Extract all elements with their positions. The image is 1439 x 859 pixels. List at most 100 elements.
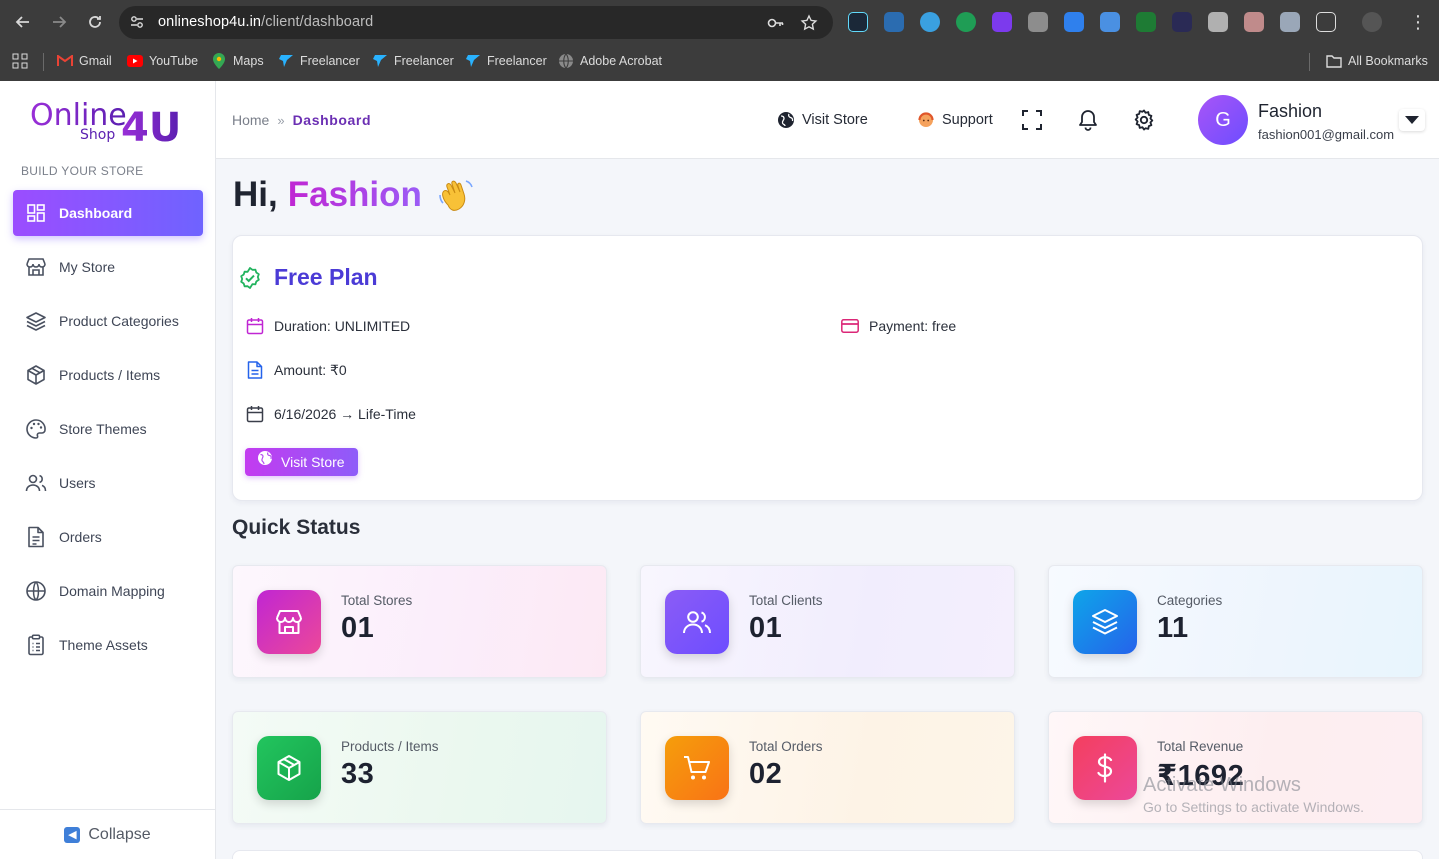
plan-visit-store-button[interactable]: Visit Store: [245, 448, 358, 476]
extensions-row: [848, 12, 1398, 32]
extension-k-icon[interactable]: [1208, 12, 1228, 32]
sidebar-item-store-themes[interactable]: Store Themes: [13, 406, 203, 452]
settings-gear-icon[interactable]: [1132, 108, 1156, 132]
password-key-icon[interactable]: [767, 14, 785, 32]
sidebar-item-product-categories[interactable]: Product Categories: [13, 298, 203, 344]
document-icon: [25, 526, 47, 548]
brand-logo[interactable]: Online Shop 4U: [30, 95, 190, 151]
top-header: Home » Dashboard Visit Store Support G F…: [216, 81, 1439, 159]
dollar-icon: [1073, 736, 1137, 800]
sidebar-item-products-items[interactable]: Products / Items: [13, 352, 203, 398]
user-avatar[interactable]: G: [1198, 95, 1248, 145]
extension-leaf-icon[interactable]: [1136, 12, 1156, 32]
shield-icon[interactable]: [1280, 12, 1300, 32]
layers-icon: [1073, 590, 1137, 654]
bookmark-freelancer-3[interactable]: Freelancer: [465, 53, 547, 69]
globe-icon: [25, 580, 47, 602]
next-section-card: [232, 850, 1423, 859]
stat-card-total-orders[interactable]: Total Orders 02: [640, 711, 1015, 824]
puzzle-icon[interactable]: [1316, 12, 1336, 32]
reload-icon[interactable]: [84, 11, 106, 33]
stat-card-total-stores[interactable]: Total Stores 01: [232, 565, 607, 678]
palette-icon: [25, 418, 47, 440]
bookmark-star-icon[interactable]: [800, 14, 818, 32]
fonts-ninja-icon[interactable]: [1064, 12, 1084, 32]
users-icon: [665, 590, 729, 654]
store-icon: [257, 590, 321, 654]
stat-label: Categories: [1157, 593, 1223, 608]
color-picker-icon[interactable]: [1172, 12, 1192, 32]
user-menu-chevron-down-icon[interactable]: [1399, 109, 1425, 131]
bookmark-adobe-acrobat[interactable]: Adobe Acrobat: [558, 53, 662, 69]
sidebar-item-my-store[interactable]: My Store: [13, 244, 203, 290]
store-icon: [25, 256, 47, 278]
profile-avatar-icon[interactable]: [1362, 12, 1382, 32]
browser-menu-icon[interactable]: ⋮: [1409, 12, 1427, 33]
notification-bell-icon[interactable]: [1076, 108, 1100, 132]
site-info-icon[interactable]: [129, 14, 145, 30]
sidebar-item-label: Dashboard: [59, 205, 133, 221]
stat-value: 11: [1157, 612, 1189, 644]
all-bookmarks[interactable]: All Bookmarks: [1326, 53, 1428, 69]
back-icon[interactable]: [12, 11, 34, 33]
watermark-title: Activate Windows: [1143, 774, 1301, 796]
apps-icon[interactable]: [12, 53, 28, 69]
collapse-arrow-icon: ◀: [64, 826, 81, 843]
stat-card-total-clients[interactable]: Total Clients 01: [640, 565, 1015, 678]
bookmark-freelancer-2[interactable]: Freelancer: [372, 53, 454, 69]
stat-label: Total Revenue: [1157, 739, 1244, 754]
sidebar-item-users[interactable]: Users: [13, 460, 203, 506]
stat-card-products-items[interactable]: Products / Items 33: [232, 711, 607, 824]
breadcrumb-home[interactable]: Home: [232, 112, 269, 128]
sidebar-item-label: Users: [59, 475, 96, 491]
support-label: Support: [942, 112, 993, 128]
breadcrumb-current: Dashboard: [292, 112, 372, 128]
calendar-icon: [246, 317, 264, 335]
logo-4u-text: 4U: [121, 105, 181, 147]
screenshot-icon[interactable]: [1028, 12, 1048, 32]
forward-icon[interactable]: [48, 11, 70, 33]
stat-card-categories[interactable]: Categories 11: [1048, 565, 1423, 678]
collapse-button[interactable]: ◀ Collapse: [0, 809, 215, 859]
extension-gear-icon[interactable]: [992, 12, 1012, 32]
cart-icon: [665, 736, 729, 800]
freelancer-icon: [465, 53, 481, 69]
plan-amount: Amount: ₹0: [246, 361, 347, 379]
stat-value: 33: [341, 758, 375, 790]
sidebar-item-label: My Store: [59, 259, 116, 275]
support-agent-icon: [916, 110, 936, 130]
bookmarks-divider: [43, 53, 44, 71]
sidebar-item-orders[interactable]: Orders: [13, 514, 203, 560]
globe-icon: [776, 110, 796, 130]
sidebar-item-theme-assets[interactable]: Theme Assets: [13, 622, 203, 668]
react-devtools-icon[interactable]: [848, 12, 868, 32]
bookmarks-bar: Gmail YouTube Maps Freelancer Freelancer…: [0, 44, 1439, 81]
address-bar[interactable]: onlineshop4u.in/client/dashboard: [119, 6, 833, 39]
freelancer-icon: [372, 53, 388, 69]
extension-blue-icon[interactable]: [920, 12, 940, 32]
sidebar-item-label: Theme Assets: [59, 637, 148, 653]
browser-chrome: onlineshop4u.in/client/dashboard ⋮ Gmail…: [0, 0, 1439, 81]
header-support-link[interactable]: Support: [916, 110, 993, 130]
globe-icon: [258, 451, 272, 465]
sidebar-item-label: Domain Mapping: [59, 583, 165, 599]
bookmark-gmail[interactable]: Gmail: [57, 53, 112, 69]
header-visit-store-link[interactable]: Visit Store: [776, 110, 868, 130]
watermark-subtitle: Go to Settings to activate Windows.: [1143, 799, 1364, 815]
docs-icon[interactable]: [1100, 12, 1120, 32]
plan-card: Free Plan Duration: UNLIMITED Payment: f…: [232, 235, 1423, 501]
calendar-icon: [246, 405, 264, 423]
bookmark-youtube[interactable]: YouTube: [127, 53, 198, 69]
gmail-icon: [57, 53, 73, 69]
fullscreen-icon[interactable]: [1020, 108, 1044, 132]
extension-green-icon[interactable]: [956, 12, 976, 32]
sidebar: Online Shop 4U BUILD YOUR STORE Dashboar…: [0, 81, 216, 859]
plan-duration: Duration: UNLIMITED: [246, 317, 410, 335]
extension-pink-icon[interactable]: [1244, 12, 1264, 32]
bookmark-freelancer-1[interactable]: Freelancer: [278, 53, 360, 69]
sidebar-item-domain-mapping[interactable]: Domain Mapping: [13, 568, 203, 614]
user-email: fashion001@gmail.com: [1258, 127, 1395, 142]
sidebar-item-dashboard[interactable]: Dashboard: [13, 190, 203, 236]
screen-recorder-icon[interactable]: [884, 12, 904, 32]
bookmark-maps[interactable]: Maps: [211, 53, 264, 69]
